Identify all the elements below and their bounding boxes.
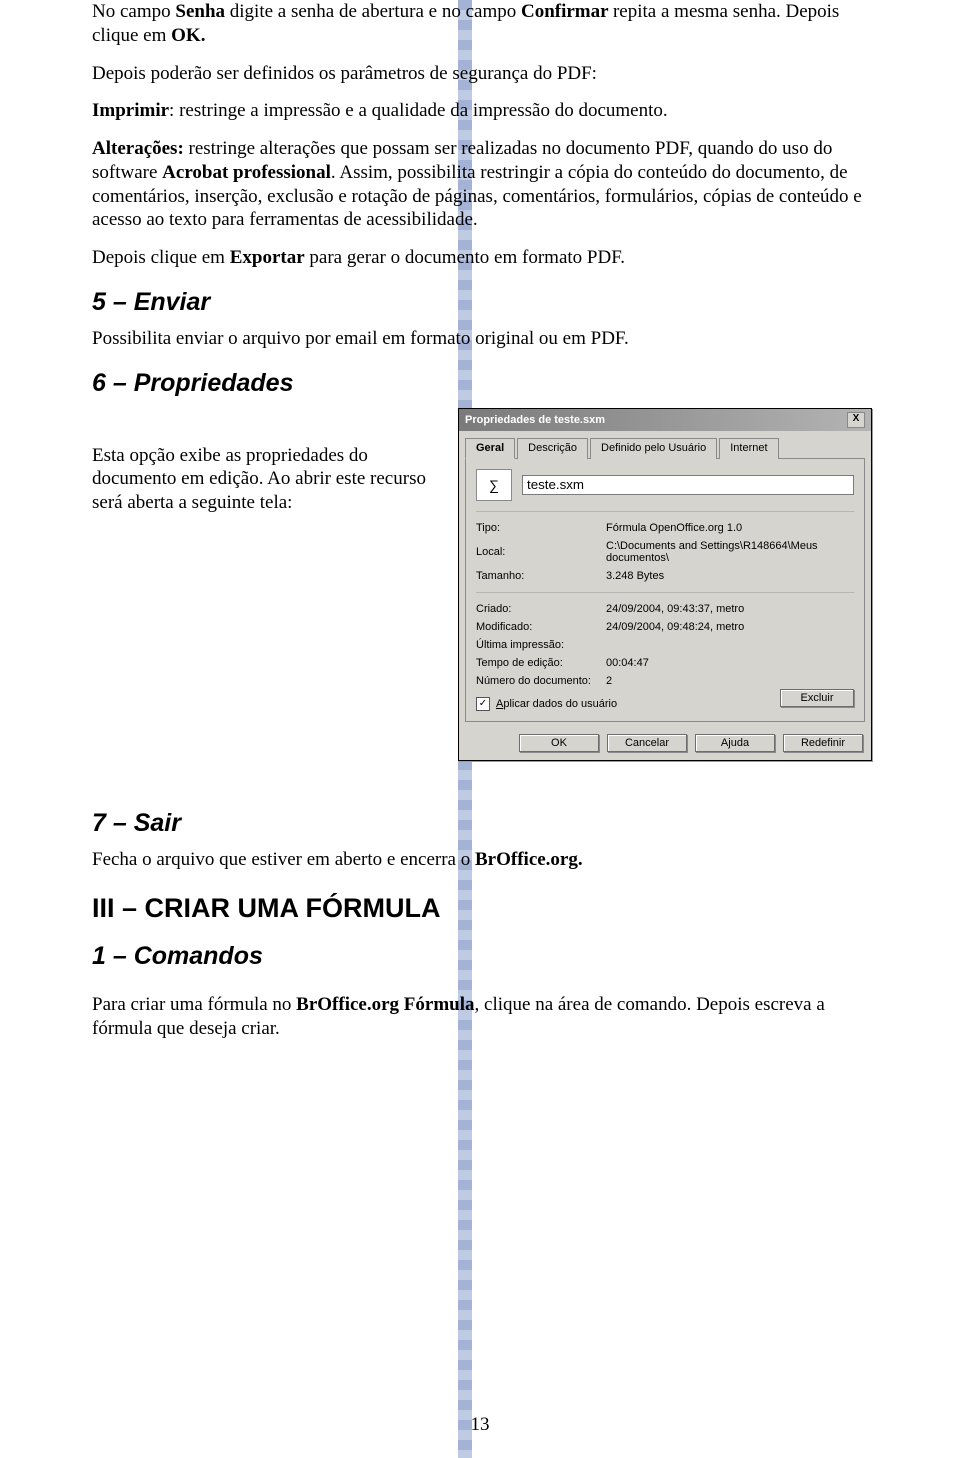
page-number: 13 [0,1414,960,1436]
tab-panel-geral: ∑ Tipo: Fórmula OpenOffice.org 1.0 Local:… [465,458,865,722]
tab-internet[interactable]: Internet [719,438,778,459]
paragraph-comandos: Para criar uma fórmula no BrOffice.org F… [92,993,872,1041]
label-tempo-edicao: Tempo de edição: [476,657,596,669]
label-ult-impressao: Última impressão: [476,639,596,651]
close-icon[interactable]: X [847,412,865,428]
value-modificado: 24/09/2004, 09:48:24, metro [606,621,854,633]
paragraph-propriedades: Esta opção exibe as propriedades do docu… [92,444,442,515]
properties-dialog: Propriedades de teste.sxm X Geral Descri… [458,408,872,761]
paragraph-enviar: Possibilita enviar o arquivo por email e… [92,327,872,351]
label-num-doc: Número do documento: [476,675,596,687]
tab-descricao[interactable]: Descrição [517,438,588,459]
heading-propriedades: 6 – Propriedades [92,369,872,398]
ok-button[interactable]: OK [519,734,599,752]
label-tamanho: Tamanho: [476,570,596,582]
value-criado: 24/09/2004, 09:43:37, metro [606,603,854,615]
value-local: C:\Documents and Settings\R148664\Meus d… [606,540,854,564]
paragraph-exportar: Depois clique em Exportar para gerar o d… [92,246,872,270]
paragraph-alteracoes: Alterações: restringe alterações que pos… [92,137,872,232]
help-button[interactable]: Ajuda [695,734,775,752]
cancel-button[interactable]: Cancelar [607,734,687,752]
dialog-title: Propriedades de teste.sxm [465,414,605,426]
paragraph-senha: No campo Senha digite a senha de abertur… [92,0,872,48]
excluir-button[interactable]: Excluir [780,689,854,707]
dialog-titlebar[interactable]: Propriedades de teste.sxm X [459,409,871,431]
heading-enviar: 5 – Enviar [92,288,872,317]
label-criado: Criado: [476,603,596,615]
label-local: Local: [476,546,596,558]
tab-geral[interactable]: Geral [465,438,515,459]
heading-criar-formula: III – CRIAR UMA FÓRMULA [92,893,872,924]
paragraph-sair: Fecha o arquivo que estiver em aberto e … [92,848,872,872]
formula-icon: ∑ [476,469,512,501]
label-tipo: Tipo: [476,522,596,534]
filename-input[interactable] [522,475,854,495]
dialog-button-row: OK Cancelar Ajuda Redefinir [459,728,871,760]
value-tipo: Fórmula OpenOffice.org 1.0 [606,522,854,534]
value-num-doc: 2 [606,675,854,687]
paragraph-imprimir: Imprimir: restringe a impressão e a qual… [92,99,872,123]
tab-usuario[interactable]: Definido pelo Usuário [590,438,717,459]
heading-comandos: 1 – Comandos [92,942,872,971]
checkbox-icon: ✓ [476,697,490,711]
label-modificado: Modificado: [476,621,596,633]
heading-sair: 7 – Sair [92,809,872,838]
value-tempo-edicao: 00:04:47 [606,657,854,669]
paragraph-seguranca: Depois poderão ser definidos os parâmetr… [92,62,872,86]
reset-button[interactable]: Redefinir [783,734,863,752]
value-tamanho: 3.248 Bytes [606,570,854,582]
dialog-tabs: Geral Descrição Definido pelo Usuário In… [459,431,871,458]
